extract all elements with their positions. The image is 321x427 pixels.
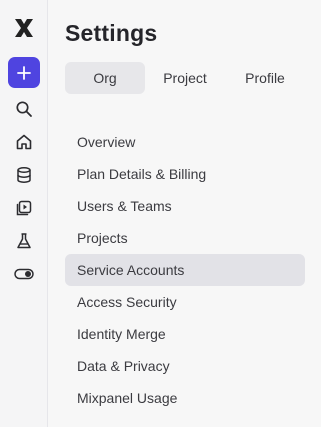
menu-item-identity-merge[interactable]: Identity Merge (65, 318, 305, 350)
play-icon[interactable] (0, 196, 48, 220)
settings-menu: Overview Plan Details & Billing Users & … (65, 126, 305, 414)
plus-icon[interactable] (8, 57, 40, 88)
menu-item-overview[interactable]: Overview (65, 126, 305, 158)
menu-item-access-security[interactable]: Access Security (65, 286, 305, 318)
tab-profile[interactable]: Profile (225, 62, 305, 94)
page-title: Settings (65, 20, 158, 46)
menu-item-mixpanel-usage[interactable]: Mixpanel Usage (65, 382, 305, 414)
toggle-icon[interactable] (0, 262, 48, 286)
menu-item-plan-details-billing[interactable]: Plan Details & Billing (65, 158, 305, 190)
flask-icon[interactable] (0, 229, 48, 253)
tab-project[interactable]: Project (145, 62, 225, 94)
search-icon[interactable] (0, 97, 48, 121)
settings-tabs: Org Project Profile (65, 62, 305, 94)
left-nav-rail (0, 0, 48, 427)
tab-org[interactable]: Org (65, 62, 145, 94)
menu-item-projects[interactable]: Projects (65, 222, 305, 254)
menu-item-data-privacy[interactable]: Data & Privacy (65, 350, 305, 382)
menu-item-users-teams[interactable]: Users & Teams (65, 190, 305, 222)
database-icon[interactable] (0, 163, 48, 187)
home-icon[interactable] (0, 130, 48, 154)
logo-icon[interactable] (0, 16, 48, 40)
settings-panel: Settings Org Project Profile Overview Pl… (65, 0, 321, 427)
menu-item-service-accounts[interactable]: Service Accounts (65, 254, 305, 286)
